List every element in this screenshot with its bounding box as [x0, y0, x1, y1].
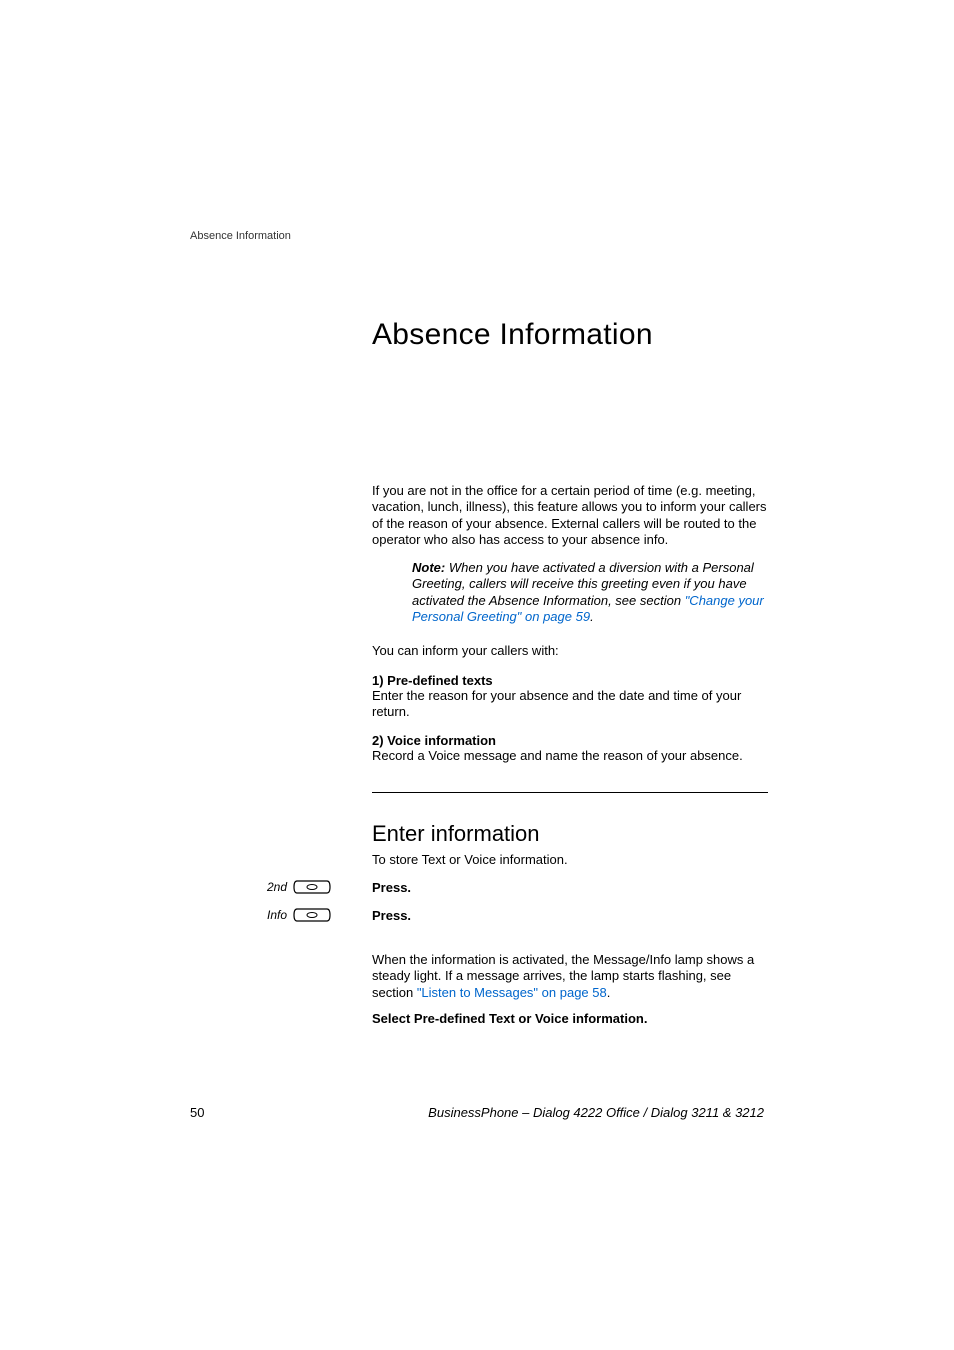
intro-paragraph: If you are not in the office for a certa… — [372, 483, 772, 548]
inform-line: You can inform your callers with: — [372, 643, 559, 658]
phone-button-icon — [293, 907, 331, 923]
note-label: Note: — [412, 560, 445, 575]
section-2-body: Record a Voice message and name the reas… — [372, 748, 772, 763]
running-head: Absence Information — [190, 230, 291, 242]
section-subtitle: Enter information — [372, 821, 540, 847]
subtitle-description: To store Text or Voice information. — [372, 852, 568, 867]
section-2-title: 2) Voice information — [372, 733, 496, 748]
note-block: Note: When you have activated a diversio… — [412, 560, 772, 625]
page-number: 50 — [190, 1105, 204, 1120]
button-row-2nd: 2nd — [263, 879, 331, 895]
divider — [372, 792, 768, 793]
note-after-link: . — [590, 609, 594, 624]
select-instruction: Select Pre-defined Text or Voice informa… — [372, 1011, 647, 1026]
section-1-title: 1) Pre-defined texts — [372, 673, 493, 688]
activation-paragraph: When the information is activated, the M… — [372, 952, 772, 1001]
activation-after-link: . — [607, 985, 611, 1000]
phone-button-icon — [293, 879, 331, 895]
press-action-2: Press. — [372, 908, 411, 923]
footer-text: BusinessPhone – Dialog 4222 Office / Dia… — [428, 1105, 764, 1120]
button-row-info: Info — [263, 907, 331, 923]
section-1-body: Enter the reason for your absence and th… — [372, 688, 772, 721]
press-action-1: Press. — [372, 880, 411, 895]
page-title: Absence Information — [372, 318, 653, 352]
button-label-2nd: 2nd — [263, 880, 287, 894]
activation-link[interactable]: "Listen to Messages" on page 58 — [417, 985, 607, 1000]
button-label-info: Info — [263, 908, 287, 922]
